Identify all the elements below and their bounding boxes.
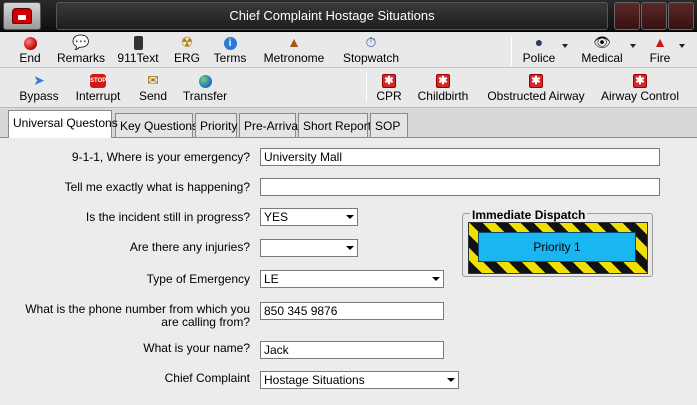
stop-sign-icon: STOP bbox=[72, 72, 124, 89]
metronome-icon: ▲ bbox=[287, 34, 301, 50]
title-bar: Chief Complaint Hostage Situations bbox=[0, 0, 697, 32]
obstructed-airway-button[interactable]: ✱ Obstructed Airway bbox=[486, 72, 586, 104]
tab-pre-arrival[interactable]: Pre-Arrival bbox=[239, 113, 301, 138]
medical-cross-icon: ✱ bbox=[415, 72, 471, 89]
minimize-button[interactable] bbox=[614, 2, 640, 30]
phone-number-label-line2: are calling from? bbox=[161, 315, 250, 329]
toolbar-separator bbox=[511, 36, 512, 66]
secondary-toolbar: ➤ Bypass STOP Interrupt ✉ Send Transfer … bbox=[0, 68, 697, 108]
eye-icon: 👁 bbox=[593, 34, 611, 50]
main-toolbar: End 💬 Remarks 911Text ☢ ERG i Terms ▲ Me… bbox=[0, 32, 697, 68]
chief-complaint-select[interactable]: Hostage Situations bbox=[260, 371, 459, 389]
medical-cross-icon: ✱ bbox=[600, 72, 680, 89]
what-happening-label: Tell me exactly what is happening? bbox=[64, 180, 250, 194]
medical-cross-icon: ✱ bbox=[486, 72, 586, 89]
in-progress-value: YES bbox=[264, 210, 289, 224]
close-button[interactable] bbox=[668, 2, 694, 30]
fire-button[interactable]: ▲ Fire bbox=[646, 34, 674, 66]
end-button[interactable]: End bbox=[14, 34, 46, 66]
chevron-down-icon[interactable] bbox=[428, 271, 443, 287]
hazard-icon: ☢ bbox=[180, 34, 194, 50]
interrupt-button[interactable]: STOP Interrupt bbox=[72, 72, 124, 104]
remarks-button[interactable]: 💬 Remarks bbox=[56, 34, 106, 66]
chief-complaint-value: Hostage Situations bbox=[264, 373, 365, 387]
phone-number-input[interactable]: 850 345 9876 bbox=[260, 302, 444, 320]
emergency-type-value: LE bbox=[264, 272, 279, 286]
transfer-button[interactable]: Transfer bbox=[182, 72, 228, 104]
erg-button[interactable]: ☢ ERG bbox=[172, 34, 202, 66]
chevron-down-icon[interactable] bbox=[443, 372, 458, 388]
phone-number-label-line1: What is the phone number from which you bbox=[25, 302, 250, 316]
red-circle-icon bbox=[14, 34, 46, 51]
police-cap-icon: ● bbox=[534, 34, 544, 50]
tab-bar: Universal Questons Key Questions Priorit… bbox=[0, 108, 697, 138]
terms-button[interactable]: i Terms bbox=[212, 34, 248, 66]
stopwatch-icon: ⏱ bbox=[365, 34, 377, 50]
medical-button[interactable]: 👁 Medical bbox=[578, 34, 626, 66]
medical-dropdown-icon[interactable] bbox=[630, 44, 636, 48]
injuries-select[interactable] bbox=[260, 239, 358, 257]
tab-sop[interactable]: SOP bbox=[370, 113, 408, 138]
send-icon: ✉ bbox=[147, 72, 159, 88]
what-happening-input[interactable] bbox=[260, 178, 660, 196]
phone-app-icon[interactable] bbox=[3, 2, 41, 30]
metronome-button[interactable]: ▲ Metronome bbox=[262, 34, 326, 66]
window-title: Chief Complaint Hostage Situations bbox=[56, 2, 608, 30]
injuries-label: Are there any injuries? bbox=[129, 240, 250, 254]
stopwatch-button[interactable]: ⏱ Stopwatch bbox=[340, 34, 402, 66]
tab-key-questions[interactable]: Key Questions bbox=[115, 113, 198, 138]
fire-dropdown-icon[interactable] bbox=[679, 44, 685, 48]
emergency-type-label: Type of Emergency bbox=[146, 272, 250, 286]
mobile-phone-icon bbox=[116, 34, 160, 51]
police-button[interactable]: ● Police bbox=[518, 34, 560, 66]
tab-universal-questions[interactable]: Universal Questons bbox=[8, 110, 118, 138]
in-progress-select[interactable]: YES bbox=[260, 208, 358, 226]
maximize-button[interactable] bbox=[641, 2, 667, 30]
fire-helmet-icon: ▲ bbox=[653, 34, 667, 50]
toolbar-separator bbox=[366, 72, 367, 102]
caller-name-label: What is your name? bbox=[143, 341, 250, 355]
bypass-button[interactable]: ➤ Bypass bbox=[18, 72, 60, 104]
tab-priority[interactable]: Priority bbox=[195, 113, 237, 138]
cpr-button[interactable]: ✱ CPR bbox=[375, 72, 403, 104]
emergency-type-select[interactable]: LE bbox=[260, 270, 444, 288]
emergency-location-label: 9-1-1, Where is your emergency? bbox=[71, 150, 250, 164]
chief-complaint-label: Chief Complaint bbox=[164, 371, 250, 385]
caller-name-input[interactable]: Jack bbox=[260, 341, 444, 359]
info-icon: i bbox=[212, 34, 248, 51]
speech-bubble-icon: 💬 bbox=[72, 34, 90, 50]
chevron-down-icon[interactable] bbox=[342, 240, 357, 256]
send-button[interactable]: ✉ Send bbox=[138, 72, 168, 104]
priority-button[interactable]: Priority 1 bbox=[478, 232, 636, 262]
police-dropdown-icon[interactable] bbox=[562, 44, 568, 48]
globe-icon bbox=[182, 72, 228, 89]
911text-button[interactable]: 911Text bbox=[116, 34, 160, 66]
tab-short-report[interactable]: Short Report bbox=[298, 113, 371, 138]
medical-cross-icon: ✱ bbox=[375, 72, 403, 89]
in-progress-label: Is the incident still in progress? bbox=[85, 210, 250, 224]
immediate-dispatch-title: Immediate Dispatch bbox=[470, 208, 588, 222]
bypass-arrow-icon: ➤ bbox=[33, 72, 45, 88]
chevron-down-icon[interactable] bbox=[342, 209, 357, 225]
childbirth-button[interactable]: ✱ Childbirth bbox=[415, 72, 471, 104]
emergency-location-input[interactable]: University Mall bbox=[260, 148, 660, 166]
airway-control-button[interactable]: ✱ Airway Control bbox=[600, 72, 680, 104]
